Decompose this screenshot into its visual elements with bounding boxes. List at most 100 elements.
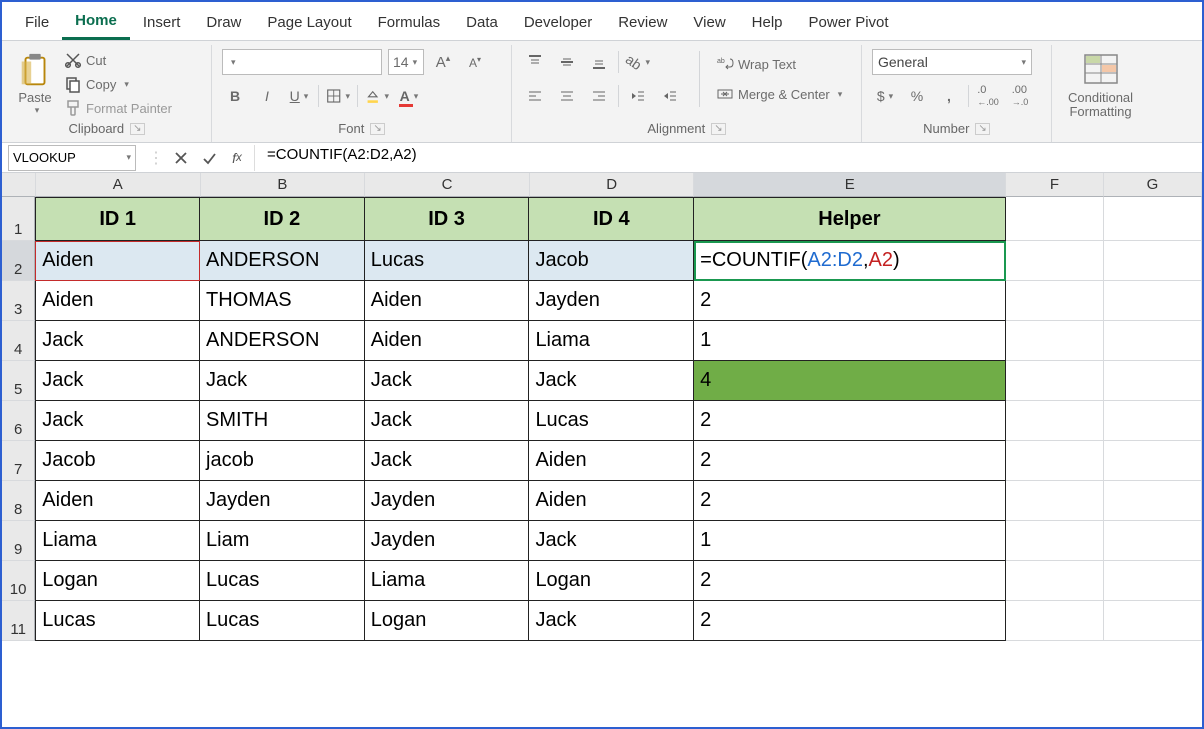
font-color-button[interactable]: A▾ <box>396 83 422 109</box>
cell-E6[interactable]: 2 <box>694 401 1006 441</box>
cell-E2[interactable]: =COUNTIF(A2:D2,A2) <box>694 241 1006 281</box>
cell-empty[interactable] <box>1104 521 1202 561</box>
cell-E5[interactable]: 4 <box>694 361 1006 401</box>
tab-view[interactable]: View <box>680 8 738 39</box>
cell-empty[interactable] <box>1006 197 1104 241</box>
tab-draw[interactable]: Draw <box>193 8 254 39</box>
align-left-button[interactable] <box>522 83 548 109</box>
paste-button[interactable]: Paste ▾ <box>12 52 58 116</box>
currency-button[interactable]: $▾ <box>872 83 898 109</box>
bold-button[interactable]: B <box>222 83 248 109</box>
fill-color-button[interactable]: ▾ <box>364 83 390 109</box>
cut-button[interactable]: Cut <box>64 49 172 71</box>
cell-E8[interactable]: 2 <box>694 481 1006 521</box>
formula-input-field[interactable] <box>265 145 1192 164</box>
cell-C3[interactable]: Aiden <box>365 281 530 321</box>
cell-B9[interactable]: Liam <box>200 521 365 561</box>
cell-B10[interactable]: Lucas <box>200 561 365 601</box>
tab-power-pivot[interactable]: Power Pivot <box>796 8 902 39</box>
confirm-formula-button[interactable] <box>198 147 220 169</box>
cell-empty[interactable] <box>1006 481 1104 521</box>
dialog-launcher-icon[interactable]: ↘ <box>975 123 989 135</box>
increase-font-button[interactable]: A▴ <box>430 49 456 75</box>
cell-empty[interactable] <box>1006 561 1104 601</box>
row-header-3[interactable]: 3 <box>2 281 35 321</box>
cell-B4[interactable]: ANDERSON <box>200 321 365 361</box>
table-header[interactable]: Helper <box>694 197 1006 241</box>
cell-C6[interactable]: Jack <box>365 401 530 441</box>
insert-function-button[interactable]: fx <box>226 147 248 169</box>
cell-empty[interactable] <box>1006 281 1104 321</box>
cell-B11[interactable]: Lucas <box>200 601 365 641</box>
chevron-down-icon[interactable]: ▾ <box>120 79 129 90</box>
cell-D2[interactable]: Jacob <box>529 241 694 281</box>
row-header-11[interactable]: 11 <box>2 601 35 641</box>
conditional-formatting-button[interactable]: Conditional Formatting <box>1062 49 1139 119</box>
cell-empty[interactable] <box>1104 241 1202 281</box>
cell-C4[interactable]: Aiden <box>365 321 530 361</box>
worksheet-grid[interactable]: ABCDEFG 1ID 1ID 2ID 3ID 4Helper2AidenAND… <box>2 173 1202 641</box>
cell-A11[interactable]: Lucas <box>35 601 200 641</box>
table-header[interactable]: ID 2 <box>200 197 365 241</box>
cell-empty[interactable] <box>1104 601 1202 641</box>
cell-C11[interactable]: Logan <box>365 601 530 641</box>
row-header-10[interactable]: 10 <box>2 561 35 601</box>
cell-C10[interactable]: Liama <box>365 561 530 601</box>
cell-empty[interactable] <box>1006 521 1104 561</box>
cell-D7[interactable]: Aiden <box>529 441 694 481</box>
font-size-select[interactable]: 14▾ <box>388 49 424 75</box>
cell-A5[interactable]: Jack <box>35 361 200 401</box>
align-center-button[interactable] <box>554 83 580 109</box>
tab-home[interactable]: Home <box>62 6 130 40</box>
chevron-down-icon[interactable]: ▾ <box>31 105 40 116</box>
col-header-E[interactable]: E <box>694 173 1006 197</box>
cell-empty[interactable] <box>1006 601 1104 641</box>
tab-data[interactable]: Data <box>453 8 511 39</box>
cell-E4[interactable]: 1 <box>694 321 1006 361</box>
cell-empty[interactable] <box>1006 441 1104 481</box>
tab-developer[interactable]: Developer <box>511 8 605 39</box>
orientation-button[interactable]: ab▾ <box>625 49 651 75</box>
cell-B6[interactable]: SMITH <box>200 401 365 441</box>
cell-A10[interactable]: Logan <box>35 561 200 601</box>
cell-B3[interactable]: THOMAS <box>200 281 365 321</box>
dialog-launcher-icon[interactable]: ↘ <box>370 123 384 135</box>
table-header[interactable]: ID 1 <box>35 197 200 241</box>
col-header-G[interactable]: G <box>1104 173 1202 197</box>
font-name-select[interactable]: ▾ <box>222 49 382 75</box>
cell-empty[interactable] <box>1104 197 1202 241</box>
chevron-down-icon[interactable]: ▾ <box>834 89 843 100</box>
dialog-launcher-icon[interactable]: ↘ <box>711 123 725 135</box>
cell-D8[interactable]: Aiden <box>529 481 694 521</box>
decrease-indent-button[interactable] <box>625 83 651 109</box>
cell-empty[interactable] <box>1006 401 1104 441</box>
cell-empty[interactable] <box>1104 561 1202 601</box>
cell-D11[interactable]: Jack <box>529 601 694 641</box>
cell-D9[interactable]: Jack <box>529 521 694 561</box>
align-bottom-button[interactable] <box>586 49 612 75</box>
formula-input[interactable] <box>254 145 1202 171</box>
borders-button[interactable]: ▾ <box>325 83 351 109</box>
cell-A4[interactable]: Jack <box>35 321 200 361</box>
cell-empty[interactable] <box>1104 281 1202 321</box>
cell-D6[interactable]: Lucas <box>529 401 694 441</box>
cell-C5[interactable]: Jack <box>365 361 530 401</box>
cell-C2[interactable]: Lucas <box>365 241 530 281</box>
align-top-button[interactable] <box>522 49 548 75</box>
col-header-F[interactable]: F <box>1006 173 1104 197</box>
cell-empty[interactable] <box>1006 361 1104 401</box>
cell-E10[interactable]: 2 <box>694 561 1006 601</box>
cell-D3[interactable]: Jayden <box>529 281 694 321</box>
cell-E3[interactable]: 2 <box>694 281 1006 321</box>
cell-A2[interactable]: Aiden <box>35 241 200 281</box>
row-header-2[interactable]: 2 <box>2 241 35 281</box>
cell-A8[interactable]: Aiden <box>35 481 200 521</box>
underline-button[interactable]: U▾ <box>286 83 312 109</box>
table-header[interactable]: ID 4 <box>529 197 694 241</box>
number-format-select[interactable]: General ▾ <box>872 49 1032 75</box>
tab-review[interactable]: Review <box>605 8 680 39</box>
col-header-C[interactable]: C <box>365 173 530 197</box>
row-header-6[interactable]: 6 <box>2 401 35 441</box>
cell-D4[interactable]: Liama <box>529 321 694 361</box>
tab-insert[interactable]: Insert <box>130 8 194 39</box>
